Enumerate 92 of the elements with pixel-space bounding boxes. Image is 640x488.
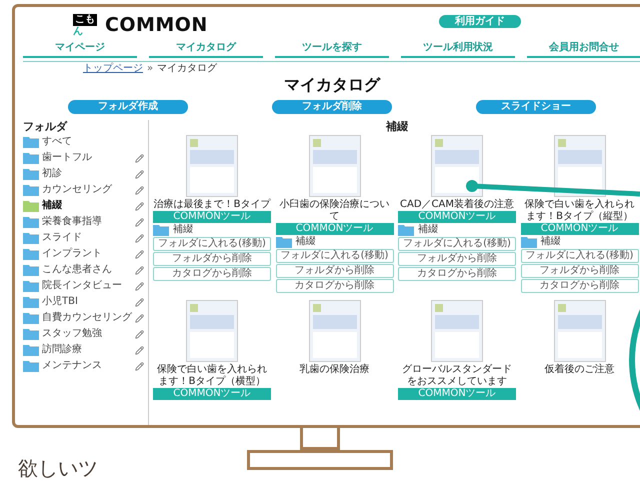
- edit-icon[interactable]: [135, 282, 144, 290]
- folder-item[interactable]: 小児TBI: [23, 294, 144, 310]
- edit-icon[interactable]: [135, 218, 144, 226]
- edit-icon[interactable]: [135, 154, 144, 162]
- folder-label: 小児TBI: [42, 296, 79, 308]
- folder-label: カウンセリング: [42, 184, 113, 196]
- folder-label: スタッフ勉強: [42, 328, 103, 340]
- card-action-button[interactable]: カタログから削除: [276, 279, 394, 293]
- card-action-button[interactable]: フォルダから削除: [398, 252, 516, 266]
- folder-item[interactable]: カウンセリング: [23, 182, 144, 198]
- card-action-button[interactable]: フォルダに入れる(移動): [520, 249, 638, 263]
- tool-tag: COMMONツール: [398, 211, 516, 223]
- edit-icon[interactable]: [135, 330, 144, 338]
- edit-icon[interactable]: [135, 266, 144, 274]
- document-thumbnail[interactable]: [308, 300, 360, 362]
- card-title: 保険で白い歯を入れられます！Bタイプ（縦型）: [524, 199, 636, 223]
- sidebar-title: フォルダ: [23, 120, 68, 134]
- folder-item[interactable]: 歯ートフル: [23, 150, 144, 166]
- card-folder-label: 補綴: [173, 224, 193, 236]
- tool-tag: COMMONツール: [153, 388, 271, 400]
- edit-icon[interactable]: [135, 298, 144, 306]
- card-title: 乳歯の保険治療: [298, 364, 370, 376]
- folder-label: 訪問診療: [42, 344, 83, 356]
- card-title: 小臼歯の保険治療について: [278, 199, 390, 223]
- folder-item[interactable]: メンテナンス: [23, 358, 144, 374]
- card-title: 保険で白い歯を入れられます！Bタイプ（横型）: [156, 364, 268, 388]
- card-title: 治療は最後まで！Bタイプ: [153, 199, 271, 211]
- card-action-button[interactable]: フォルダに入れる(移動): [276, 249, 394, 263]
- tool-tag: COMMONツール: [398, 388, 516, 400]
- folder-item[interactable]: 院長インタビュー: [23, 278, 144, 294]
- card-action-button[interactable]: カタログから削除: [153, 267, 271, 281]
- folder-item[interactable]: 初診: [23, 166, 144, 182]
- card-action-button[interactable]: フォルダに入れる(移動): [153, 237, 271, 251]
- edit-icon[interactable]: [135, 186, 144, 194]
- card-action-button[interactable]: カタログから削除: [520, 279, 638, 293]
- card-action-button[interactable]: フォルダから削除: [276, 264, 394, 278]
- folder-item[interactable]: すべて: [23, 134, 144, 150]
- folder-item[interactable]: スタッフ勉強: [23, 326, 144, 342]
- tool-tag: COMMONツール: [520, 223, 638, 235]
- card-action-button[interactable]: フォルダに入れる(移動): [398, 237, 516, 251]
- logo-badge: こも: [73, 14, 97, 26]
- folder-item[interactable]: こんな患者さん: [23, 262, 144, 278]
- document-thumbnail[interactable]: [186, 300, 238, 362]
- folder-item[interactable]: 自費カウンセリング: [23, 310, 144, 326]
- edit-icon[interactable]: [135, 202, 144, 210]
- card-folder-label: 補綴: [418, 224, 438, 236]
- tool-tag: COMMONツール: [153, 211, 271, 223]
- page-title: マイカタログ: [283, 75, 382, 95]
- document-thumbnail[interactable]: [431, 135, 483, 197]
- folder-item[interactable]: スライド: [23, 230, 144, 246]
- catalog-title: 補綴: [384, 120, 409, 134]
- tool-tag: COMMONツール: [276, 223, 394, 235]
- document-thumbnail[interactable]: [431, 300, 483, 362]
- document-thumbnail[interactable]: [554, 135, 606, 197]
- folder-label: こんな患者さん: [42, 264, 113, 276]
- card-title: CAD／CAM装着後の注意: [399, 199, 515, 211]
- card-action-button[interactable]: フォルダから削除: [520, 264, 638, 278]
- card-folder-label: 補綴: [296, 236, 316, 248]
- card-title: 仮着後のご注意: [544, 364, 616, 376]
- document-thumbnail[interactable]: [308, 135, 360, 197]
- card-action-button[interactable]: フォルダから削除: [153, 252, 271, 266]
- folder-label: スライド: [42, 232, 83, 244]
- breadcrumb-current: マイカタログ: [157, 62, 218, 74]
- edit-icon[interactable]: [135, 346, 144, 354]
- folder-label: すべて: [42, 136, 73, 148]
- handwritten-caption: 欲しいツ: [18, 456, 98, 480]
- breadcrumb-link[interactable]: トップページ: [83, 62, 143, 74]
- folder-label: 歯ートフル: [42, 152, 93, 164]
- edit-icon[interactable]: [135, 170, 144, 178]
- edit-icon[interactable]: [135, 250, 144, 258]
- folder-label: 補綴: [42, 200, 63, 212]
- edit-icon[interactable]: [135, 314, 144, 322]
- document-thumbnail[interactable]: [186, 135, 238, 197]
- edit-icon[interactable]: [135, 362, 144, 370]
- breadcrumb-separator: »: [147, 62, 154, 74]
- folder-item[interactable]: インプラント: [23, 246, 144, 262]
- folder-label: 栄養食事指導: [42, 216, 103, 228]
- folder-item[interactable]: 補綴: [23, 198, 144, 214]
- card-title: グローバルスタンダードをおススメしています: [401, 364, 513, 388]
- folder-label: インプラント: [42, 248, 103, 260]
- card-action-button[interactable]: カタログから削除: [398, 267, 516, 281]
- card-folder-label: 補綴: [540, 236, 560, 248]
- folder-item[interactable]: 訪問診療: [23, 342, 144, 358]
- folder-label: 院長インタビュー: [42, 280, 123, 292]
- edit-icon[interactable]: [135, 234, 144, 242]
- document-thumbnail[interactable]: [554, 300, 606, 362]
- folder-label: 初診: [42, 168, 63, 180]
- folder-item[interactable]: 栄養食事指導: [23, 214, 144, 230]
- folder-label: メンテナンス: [42, 360, 103, 372]
- folder-label: 自費カウンセリング: [42, 312, 132, 324]
- logo-text: ん: [73, 26, 83, 37]
- logo-text: COMMON: [105, 13, 208, 38]
